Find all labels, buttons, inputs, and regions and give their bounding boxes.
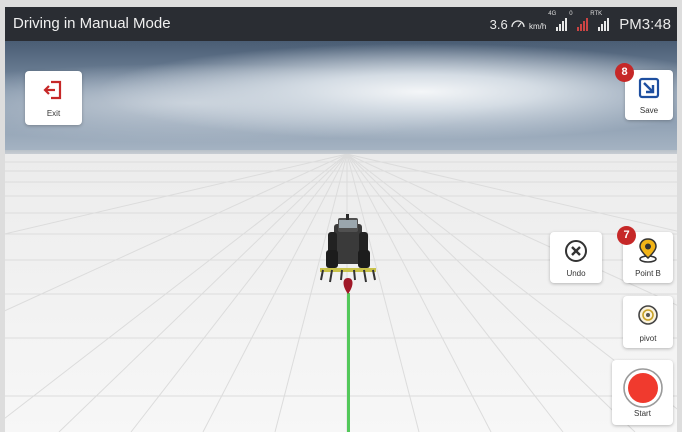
undo-icon — [565, 240, 587, 262]
status-bar: Driving in Manual Mode 3.6 km/h 4G 0 RTK — [5, 7, 677, 41]
speed-unit: km/h — [528, 21, 547, 31]
save-label: Save — [639, 106, 659, 115]
sat-count: 0 — [569, 11, 573, 17]
pivot-button[interactable]: pivot — [623, 296, 673, 348]
save-step-badge: 8 — [615, 63, 634, 82]
location-pin-icon — [639, 238, 657, 263]
save-icon — [638, 77, 660, 99]
point-b-step-badge: 7 — [617, 226, 636, 245]
tractor-model — [320, 214, 376, 294]
network-label: 4G — [548, 11, 557, 17]
start-button[interactable]: Start — [612, 360, 673, 425]
undo-button[interactable]: Undo — [550, 232, 602, 283]
speed-value: 3.6 — [489, 16, 508, 32]
rtk-label: RTK — [590, 11, 603, 17]
guidance-line — [347, 293, 350, 432]
speed-readout: 3.6 km/h — [490, 17, 547, 32]
sky-background — [5, 41, 677, 154]
satellite-signal-icon: 0 — [569, 11, 589, 31]
undo-label: Undo — [566, 269, 586, 278]
exit-button[interactable]: Exit — [25, 71, 82, 125]
driving-view: Driving in Manual Mode 3.6 km/h 4G 0 RTK — [0, 0, 682, 432]
point-b-label: Point B — [635, 269, 661, 278]
rtk-signal-icon: RTK — [590, 11, 610, 31]
clock: PM3:48 — [619, 15, 671, 33]
speedometer-icon — [511, 19, 525, 27]
exit-label: Exit — [46, 109, 61, 118]
status-indicators: 3.6 km/h 4G 0 RTK PM3:48 — [490, 7, 671, 41]
pivot-target-icon — [638, 305, 658, 325]
signal-bars-icon: 4G — [548, 11, 568, 31]
pivot-label: pivot — [639, 334, 657, 343]
record-icon — [623, 368, 663, 408]
page-title: Driving in Manual Mode — [13, 15, 171, 32]
exit-icon — [43, 80, 62, 100]
start-label: Start — [634, 409, 651, 418]
